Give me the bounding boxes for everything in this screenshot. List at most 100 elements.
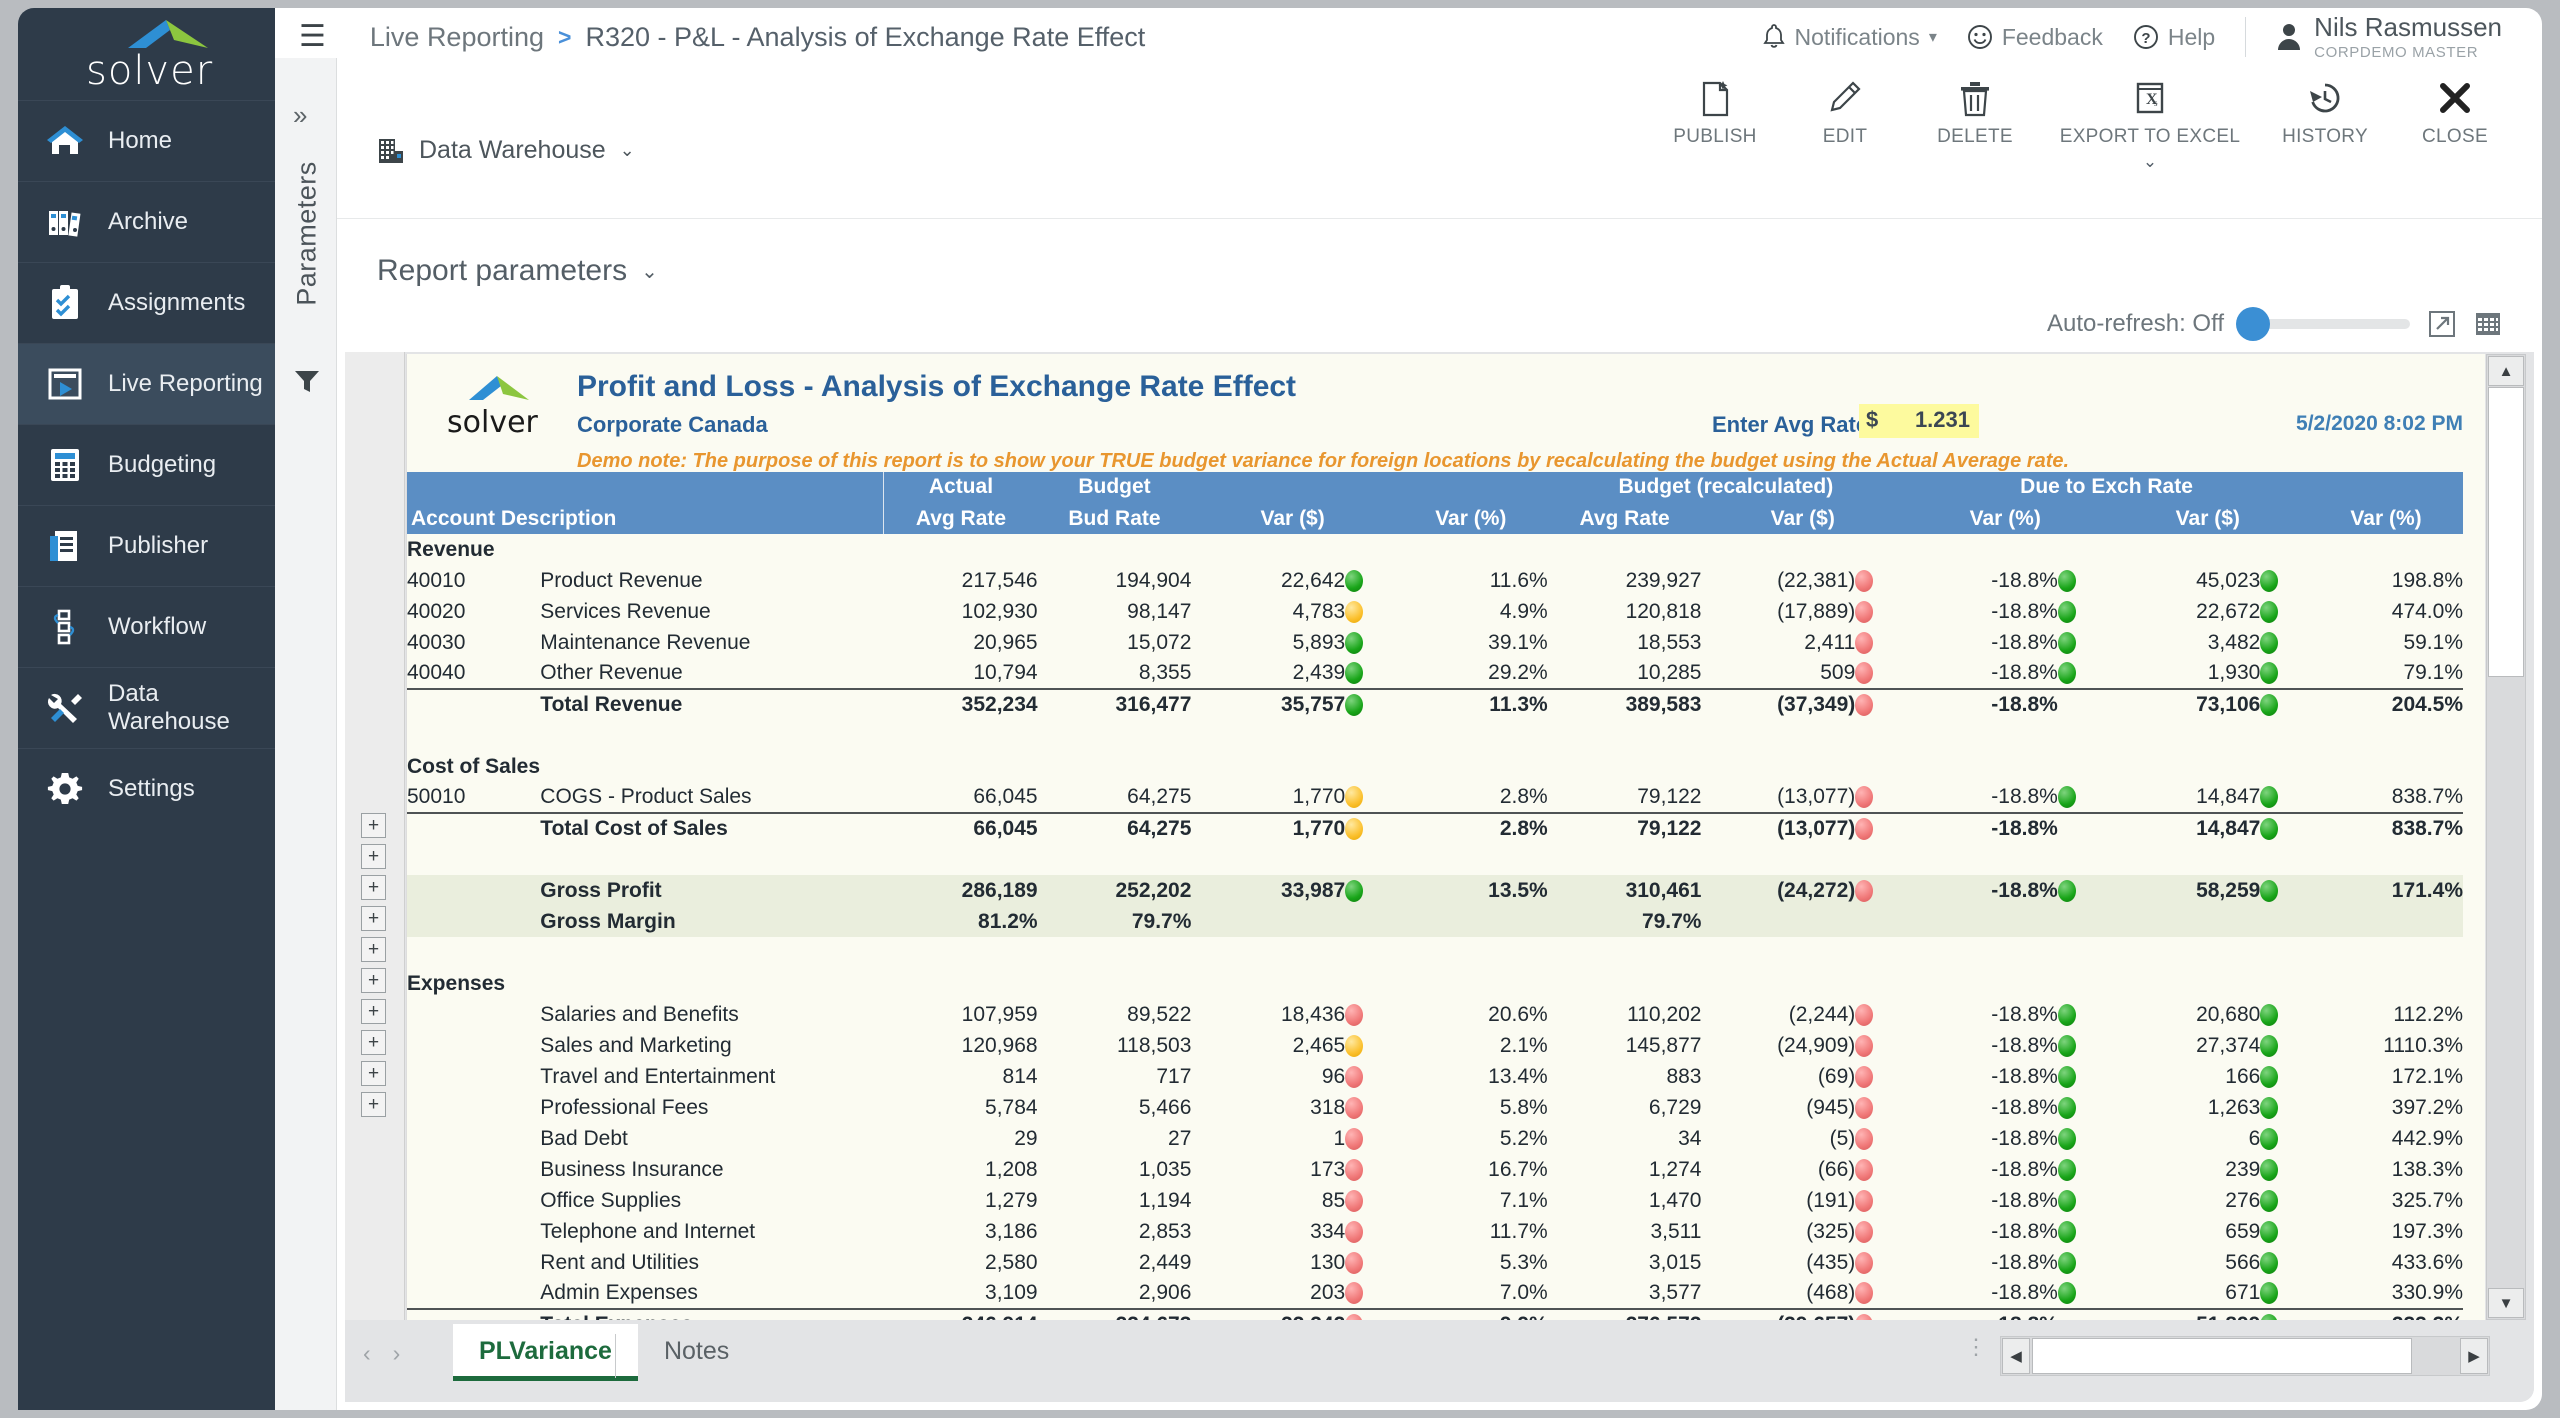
- vertical-scrollbar[interactable]: ▲ ▼: [2486, 354, 2526, 1320]
- cell-status-4: [2260, 782, 2309, 813]
- tab-prev-button[interactable]: ‹: [363, 1340, 371, 1367]
- slider-knob[interactable]: [2236, 307, 2270, 341]
- history-button[interactable]: HISTORY: [2260, 66, 2390, 148]
- cell-var-pct-3: 112.2%: [2393, 1002, 2463, 1026]
- cell-var-pct-3: 172.1%: [2391, 1064, 2463, 1088]
- outline-expand-button[interactable]: +: [361, 999, 386, 1024]
- help-button[interactable]: ? Help: [2133, 24, 2215, 51]
- cell-account-description: Services Revenue: [540, 599, 711, 623]
- cell-status-2: [1855, 1154, 1904, 1185]
- col-account-description: Account Description: [407, 503, 884, 534]
- cell-var-pct-3: 197.3%: [2391, 1219, 2463, 1243]
- cell-var-pct-2: -18.8%: [1991, 1064, 2058, 1088]
- cell-budget-bud-rate: 1,035: [1138, 1157, 1192, 1181]
- cell-status-3: [2057, 1216, 2107, 1247]
- publisher-icon: [44, 525, 86, 567]
- cell-var-dollar-3: 20,680: [2196, 1002, 2261, 1026]
- chevron-down-icon: ⌄: [619, 140, 635, 160]
- cell-account-number: [407, 1061, 540, 1092]
- feedback-button[interactable]: Feedback: [1967, 24, 2103, 51]
- status-indicator-green: [1345, 631, 1364, 654]
- rate-input[interactable]: $ 1.231: [1859, 404, 1979, 438]
- table-row: Telephone and Internet 3,186 2,853 334 11.7%…: [407, 1216, 2463, 1247]
- status-indicator-green: [2057, 1096, 2076, 1119]
- funnel-icon[interactable]: [294, 368, 320, 394]
- outline-expand-button[interactable]: +: [361, 844, 386, 869]
- cell-recalc-avg-rate: 18,553: [1637, 630, 1702, 654]
- sidebar-item-assignments[interactable]: Assignments: [18, 262, 275, 343]
- outline-expand-button[interactable]: +: [361, 1061, 386, 1086]
- publish-button[interactable]: PUBLISH: [1650, 66, 1780, 148]
- cell-var-dollar-2: 509: [1820, 661, 1856, 684]
- double-chevron-right-icon[interactable]: »: [293, 100, 307, 131]
- edit-button[interactable]: EDIT: [1780, 66, 1910, 148]
- chevron-down-icon[interactable]: ⌄: [2040, 152, 2260, 172]
- cell-var-dollar-3: 566: [2225, 1250, 2261, 1274]
- outline-expand-button[interactable]: +: [361, 968, 386, 993]
- scroll-left-button[interactable]: ◀: [2002, 1338, 2030, 1374]
- close-button[interactable]: CLOSE: [2390, 66, 2520, 148]
- cell-var-dollar-2: (945): [1806, 1095, 1856, 1119]
- sidebar-item-workflow[interactable]: Workflow: [18, 586, 275, 667]
- help-label: Help: [2167, 23, 2216, 50]
- tab-notes[interactable]: Notes: [638, 1324, 755, 1376]
- tab-next-button[interactable]: ›: [393, 1340, 401, 1367]
- horizontal-scrollbar[interactable]: ◀ ▶: [2000, 1336, 2490, 1376]
- cell-status-4: [2260, 875, 2310, 906]
- sidebar-item-live-reporting[interactable]: Live Reporting: [18, 343, 275, 424]
- sidebar-item-settings[interactable]: Settings: [18, 748, 275, 829]
- cell-account-number: [407, 1185, 540, 1216]
- datasource-selector[interactable]: Data Warehouse ⌄: [377, 136, 635, 165]
- scroll-down-button[interactable]: ▼: [2488, 1288, 2524, 1318]
- smiley-icon: [1967, 25, 1992, 49]
- cell-var-pct-3: [2309, 906, 2463, 937]
- cell-var-dollar-2: (325): [1806, 1219, 1856, 1243]
- cell-status-1: [1345, 565, 1394, 596]
- cell-var-dollar-2: (24,909): [1777, 1033, 1856, 1057]
- sheet-tabs: PLVariance Notes: [453, 1324, 755, 1381]
- export-to-excel-button[interactable]: Xs EXPORT TO EXCEL ⌄: [2040, 66, 2260, 171]
- horizontal-scroll-thumb[interactable]: [2032, 1338, 2412, 1374]
- cell-var-pct-2: -18.8%: [1991, 1281, 2058, 1304]
- tab-plvariance[interactable]: PLVariance: [453, 1324, 638, 1381]
- outline-expand-button[interactable]: +: [361, 1092, 386, 1117]
- cell-account-number: [407, 688, 541, 720]
- notifications-button[interactable]: Notifications ▾: [1762, 24, 1937, 51]
- cell-recalc-avg-rate: 310,461: [1547, 875, 1702, 906]
- outline-expand-button[interactable]: +: [361, 813, 386, 838]
- status-indicator-yellow: [1345, 818, 1364, 841]
- outline-expand-button[interactable]: +: [361, 875, 386, 900]
- scroll-right-button[interactable]: ▶: [2460, 1338, 2488, 1374]
- status-indicator-green: [2057, 569, 2076, 592]
- cell-var-pct-1: 39.1%: [1488, 630, 1548, 654]
- vertical-scroll-thumb[interactable]: [2488, 387, 2524, 677]
- rate-label: Enter Avg Rate:: [1712, 412, 1876, 437]
- status-indicator-red: [1855, 1034, 1874, 1057]
- sidebar-item-home[interactable]: Home: [18, 100, 275, 181]
- outline-expand-button[interactable]: +: [361, 906, 386, 931]
- brand-logo[interactable]: solver: [18, 8, 275, 100]
- sidebar-item-data-warehouse[interactable]: Data Warehouse: [18, 667, 275, 748]
- status-indicator-green: [2260, 1189, 2279, 1212]
- delete-button[interactable]: DELETE: [1910, 66, 2040, 148]
- cell-status-4: [2260, 1216, 2309, 1247]
- cell-status-2: [1855, 627, 1904, 658]
- cell-actual-avg-rate: 246,914: [883, 1308, 1038, 1320]
- scroll-up-button[interactable]: ▲: [2488, 356, 2524, 386]
- report-parameters-label: Report parameters: [377, 254, 628, 287]
- sidebar-item-publisher[interactable]: Publisher: [18, 505, 275, 586]
- drag-handle-dots[interactable]: ⋮: [1965, 1336, 1987, 1358]
- auto-refresh-slider[interactable]: [2236, 307, 2410, 341]
- sidebar-item-budgeting[interactable]: Budgeting: [18, 424, 275, 505]
- breadcrumb-root[interactable]: Live Reporting: [370, 22, 544, 53]
- cell-recalc-avg-rate: 1,470: [1648, 1188, 1702, 1212]
- user-menu[interactable]: Nils Rasmussen CORPDEMO MASTER: [2276, 14, 2502, 61]
- expand-icon[interactable]: [2428, 310, 2456, 338]
- outline-expand-button[interactable]: +: [361, 1030, 386, 1055]
- report-parameters-toggle[interactable]: Report parameters ⌄: [377, 254, 658, 288]
- grid-view-icon[interactable]: [2474, 310, 2502, 338]
- cell-var-pct-1: [1393, 906, 1548, 937]
- hamburger-icon[interactable]: ☰: [299, 22, 326, 52]
- sidebar-item-archive[interactable]: Archive: [18, 181, 275, 262]
- outline-expand-button[interactable]: +: [361, 937, 386, 962]
